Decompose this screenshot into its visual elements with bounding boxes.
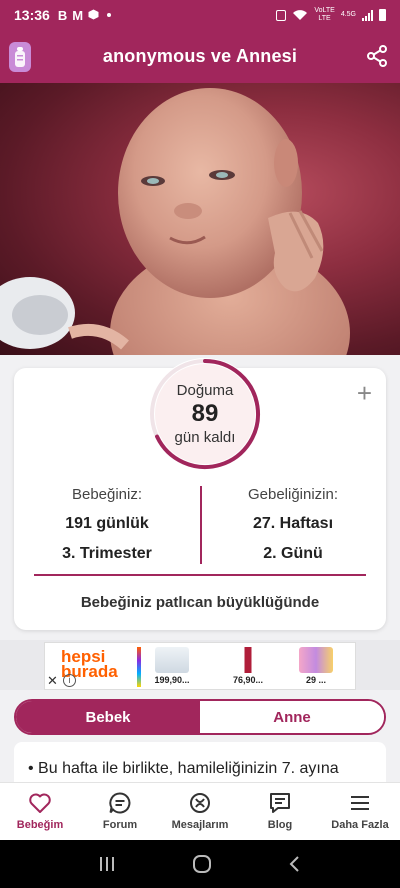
ad-banner[interactable]: hepsi burada ✕ i 199,90... 76,90... 29 .… xyxy=(44,642,356,690)
blog-icon xyxy=(270,793,290,813)
nav-label: Bebeğim xyxy=(16,819,64,831)
pregnancy-stats: Gebeliğinizin: 27. Haftası 2. Günü xyxy=(200,486,386,563)
trimester: 3. Trimester xyxy=(62,545,152,562)
status-time: 13:36 xyxy=(14,7,50,23)
messages-icon xyxy=(190,793,210,813)
status-bar: 13:36 B M VoLTE LTE 4.5G xyxy=(0,0,400,30)
bottom-navigation: Bebeğim Forum Mesajlarım Blog Daha Fazla xyxy=(0,782,400,840)
chat-bubble-icon xyxy=(109,792,131,814)
wifi-icon xyxy=(293,10,308,20)
nav-item-blog[interactable]: Blog xyxy=(240,783,320,840)
pregnancy-week: 27. Haftası xyxy=(252,515,334,532)
fetus-illustration xyxy=(0,83,400,355)
countdown-days: 89 xyxy=(191,400,219,427)
ad-info-icon[interactable]: i xyxy=(63,674,76,687)
page-title: anonymous ve Annesi xyxy=(102,46,298,66)
baby-mother-toggle: Bebek Anne xyxy=(14,699,386,735)
status-notification-icons: B M xyxy=(57,7,112,23)
nav-label: Mesajlarım xyxy=(171,819,229,831)
network-speed-icon: 4.5G xyxy=(340,11,356,18)
card-divider xyxy=(34,574,366,576)
baby-stats: Bebeğiniz: 191 günlük 3. Trimester xyxy=(14,486,200,563)
notification-box-icon xyxy=(88,8,99,23)
menu-icon xyxy=(351,796,369,810)
signal-icon xyxy=(362,9,373,21)
battery-icon xyxy=(379,9,386,21)
nav-item-mesajlarim[interactable]: Mesajlarım xyxy=(160,783,240,840)
baby-size-text[interactable]: Bebeğiniz patlıcan büyüklüğünde xyxy=(14,594,386,611)
add-button[interactable]: + xyxy=(357,380,372,406)
ad-color-bar xyxy=(137,647,141,687)
tab-mother[interactable]: Anne xyxy=(200,701,384,733)
notification-m-icon: M xyxy=(72,7,84,23)
notification-b-icon: B xyxy=(57,7,68,23)
ad-price: 199,90... xyxy=(154,675,190,685)
baby-bottle-icon[interactable] xyxy=(9,42,31,72)
ad-product[interactable]: 29 ... xyxy=(293,647,339,687)
nav-label: Blog xyxy=(267,819,293,831)
more-notifications-dot xyxy=(107,13,112,17)
countdown-text: Doğuma 89 gün kaldı xyxy=(145,354,265,474)
ad-close-icon[interactable]: ✕ xyxy=(47,673,58,689)
nav-item-daha-fazla[interactable]: Daha Fazla xyxy=(320,783,400,840)
system-navigation-bar xyxy=(0,840,400,888)
countdown-label-bottom: gün kaldı xyxy=(174,429,236,446)
pregnancy-stats-header: Gebeliğinizin: xyxy=(247,486,339,503)
alarm-icon xyxy=(276,9,287,21)
home-icon[interactable] xyxy=(192,854,212,874)
pregnancy-summary-card: Doğuma 89 gün kaldı + Bebeğiniz: 191 gün… xyxy=(14,358,386,630)
baby-age-days: 191 günlük xyxy=(65,515,149,532)
network-lte-icon: VoLTE LTE xyxy=(314,7,335,22)
countdown-label-top: Doğuma xyxy=(176,382,234,399)
tab-baby[interactable]: Bebek xyxy=(16,701,200,733)
status-system-icons: VoLTE LTE 4.5G xyxy=(276,7,386,23)
nav-item-bebegim[interactable]: Bebeğim xyxy=(0,783,80,840)
ad-product[interactable]: 76,90... xyxy=(225,647,271,687)
heart-icon xyxy=(29,793,51,813)
weekly-info-text: • Bu hafta ile birlikte, hamileliğinizin… xyxy=(28,760,339,777)
pregnancy-day: 2. Günü xyxy=(263,545,323,562)
nav-label: Forum xyxy=(102,819,138,831)
share-icon[interactable] xyxy=(366,45,388,67)
baby-stats-header: Bebeğiniz: xyxy=(71,486,143,503)
ad-product[interactable]: 199,90... xyxy=(149,647,195,687)
nav-item-forum[interactable]: Forum xyxy=(80,783,160,840)
back-icon[interactable] xyxy=(287,855,303,873)
ad-price: 29 ... xyxy=(305,675,326,685)
recent-apps-icon[interactable] xyxy=(97,855,117,873)
nav-label: Daha Fazla xyxy=(331,819,389,831)
ad-price: 76,90... xyxy=(232,675,264,685)
app-header: anonymous ve Annesi xyxy=(0,30,400,83)
